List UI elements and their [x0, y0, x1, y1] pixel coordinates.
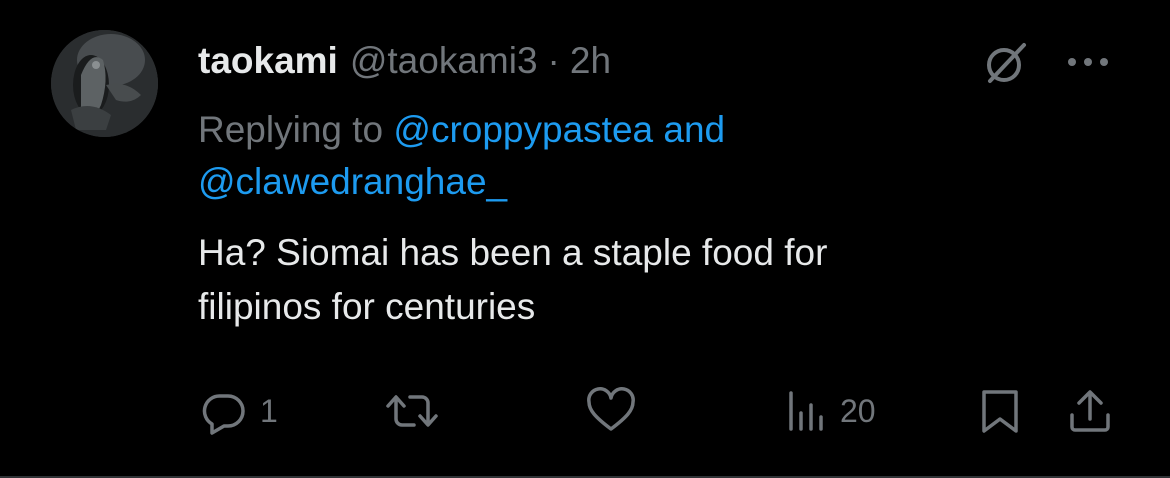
grok-icon[interactable]: [982, 39, 1030, 87]
views-icon: [789, 391, 823, 431]
mention-clawedranghae[interactable]: @clawedranghae_: [198, 161, 507, 202]
share-button[interactable]: [1066, 387, 1114, 435]
bookmark-icon: [982, 390, 1018, 433]
user-handle[interactable]: @taokami3: [350, 38, 538, 84]
tweet-header: taokami @taokami3 · 2h: [198, 38, 611, 88]
tweet-text-line: Ha? Siomai has been a staple food for: [198, 232, 828, 273]
tweet-text: Ha? Siomai has been a staple food for fi…: [198, 226, 1078, 334]
replying-conjunction: and: [653, 109, 726, 150]
reply-count: 1: [260, 393, 278, 429]
display-name[interactable]: taokami: [198, 38, 338, 84]
replying-prefix: Replying to: [198, 109, 394, 150]
repost-icon: [386, 395, 438, 427]
mention-croppypastea[interactable]: @croppypastea: [393, 109, 653, 150]
reply-icon: [202, 394, 245, 435]
reply-button[interactable]: 1: [198, 387, 278, 435]
share-icon: [1070, 390, 1110, 432]
timestamp[interactable]: 2h: [570, 38, 611, 84]
like-icon: [587, 387, 635, 431]
bookmark-button[interactable]: [978, 387, 1022, 435]
repost-button[interactable]: [384, 387, 450, 435]
tweet[interactable]: taokami @taokami3 · 2h Replying to @crop…: [0, 0, 1170, 478]
more-icon[interactable]: [1063, 50, 1113, 74]
tweet-text-line: filipinos for centuries: [198, 286, 536, 327]
separator-dot: ·: [547, 40, 560, 81]
replying-to: Replying to @croppypastea and @clawedran…: [198, 104, 958, 208]
views-button[interactable]: 20: [786, 387, 876, 435]
views-count: 20: [840, 393, 876, 429]
avatar[interactable]: [51, 30, 158, 137]
like-button[interactable]: [585, 387, 647, 435]
